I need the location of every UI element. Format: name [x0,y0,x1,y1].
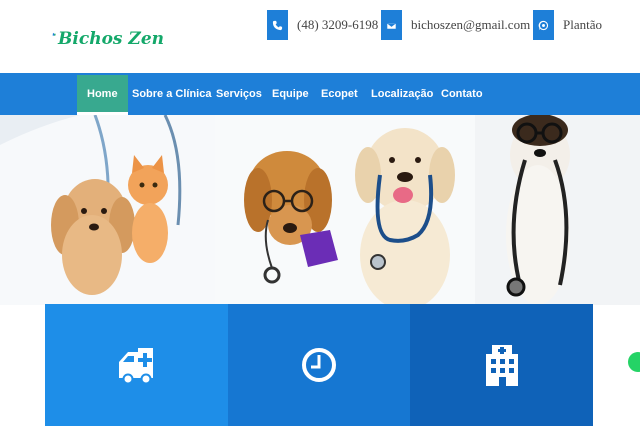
header: Bichos Zen (48) 3209-6198 bichoszen@gmai… [0,0,640,73]
contact-whatsapp[interactable]: Plantão [533,10,602,40]
ambulance-icon [119,348,154,385]
hospital-icon [485,345,518,386]
clock-icon [302,348,336,382]
nav-equipe[interactable]: Equipe [272,73,309,115]
nav-servicos[interactable]: Serviços [216,73,262,115]
nav-localizacao[interactable]: Localização [371,73,433,115]
feature-tile-ambulance[interactable] [45,304,228,426]
main-nav: Home Sobre a Clínica Serviços Equipe Eco… [0,73,640,115]
mail-icon [381,10,402,40]
feature-tile-clock[interactable] [227,304,411,426]
veterinary-pets-banner [0,115,640,305]
whatsapp-float-button[interactable] [628,352,640,372]
dog-cat-logo-icon [52,32,56,36]
brand-name: Bichos Zen [58,29,164,49]
hero-banner [0,115,640,305]
brand-logo[interactable]: Bichos Zen [52,12,164,56]
feature-tiles [45,304,594,426]
contact-phone[interactable]: (48) 3209-6198 [267,10,378,40]
nav-contato[interactable]: Contato [441,73,483,115]
email-address: bichoszen@gmail.com [411,17,531,32]
nav-ecopet[interactable]: Ecopet [321,73,358,115]
phone-icon [267,10,288,40]
phone-number: (48) 3209-6198 [297,17,379,32]
whatsapp-icon [533,10,554,40]
contact-email[interactable]: bichoszen@gmail.com [381,10,530,40]
nav-home[interactable]: Home [77,75,128,115]
whatsapp-label: Plantão [563,17,602,32]
feature-tile-hospital[interactable] [410,304,594,426]
nav-sobre-a-clinica[interactable]: Sobre a Clínica [132,73,211,115]
